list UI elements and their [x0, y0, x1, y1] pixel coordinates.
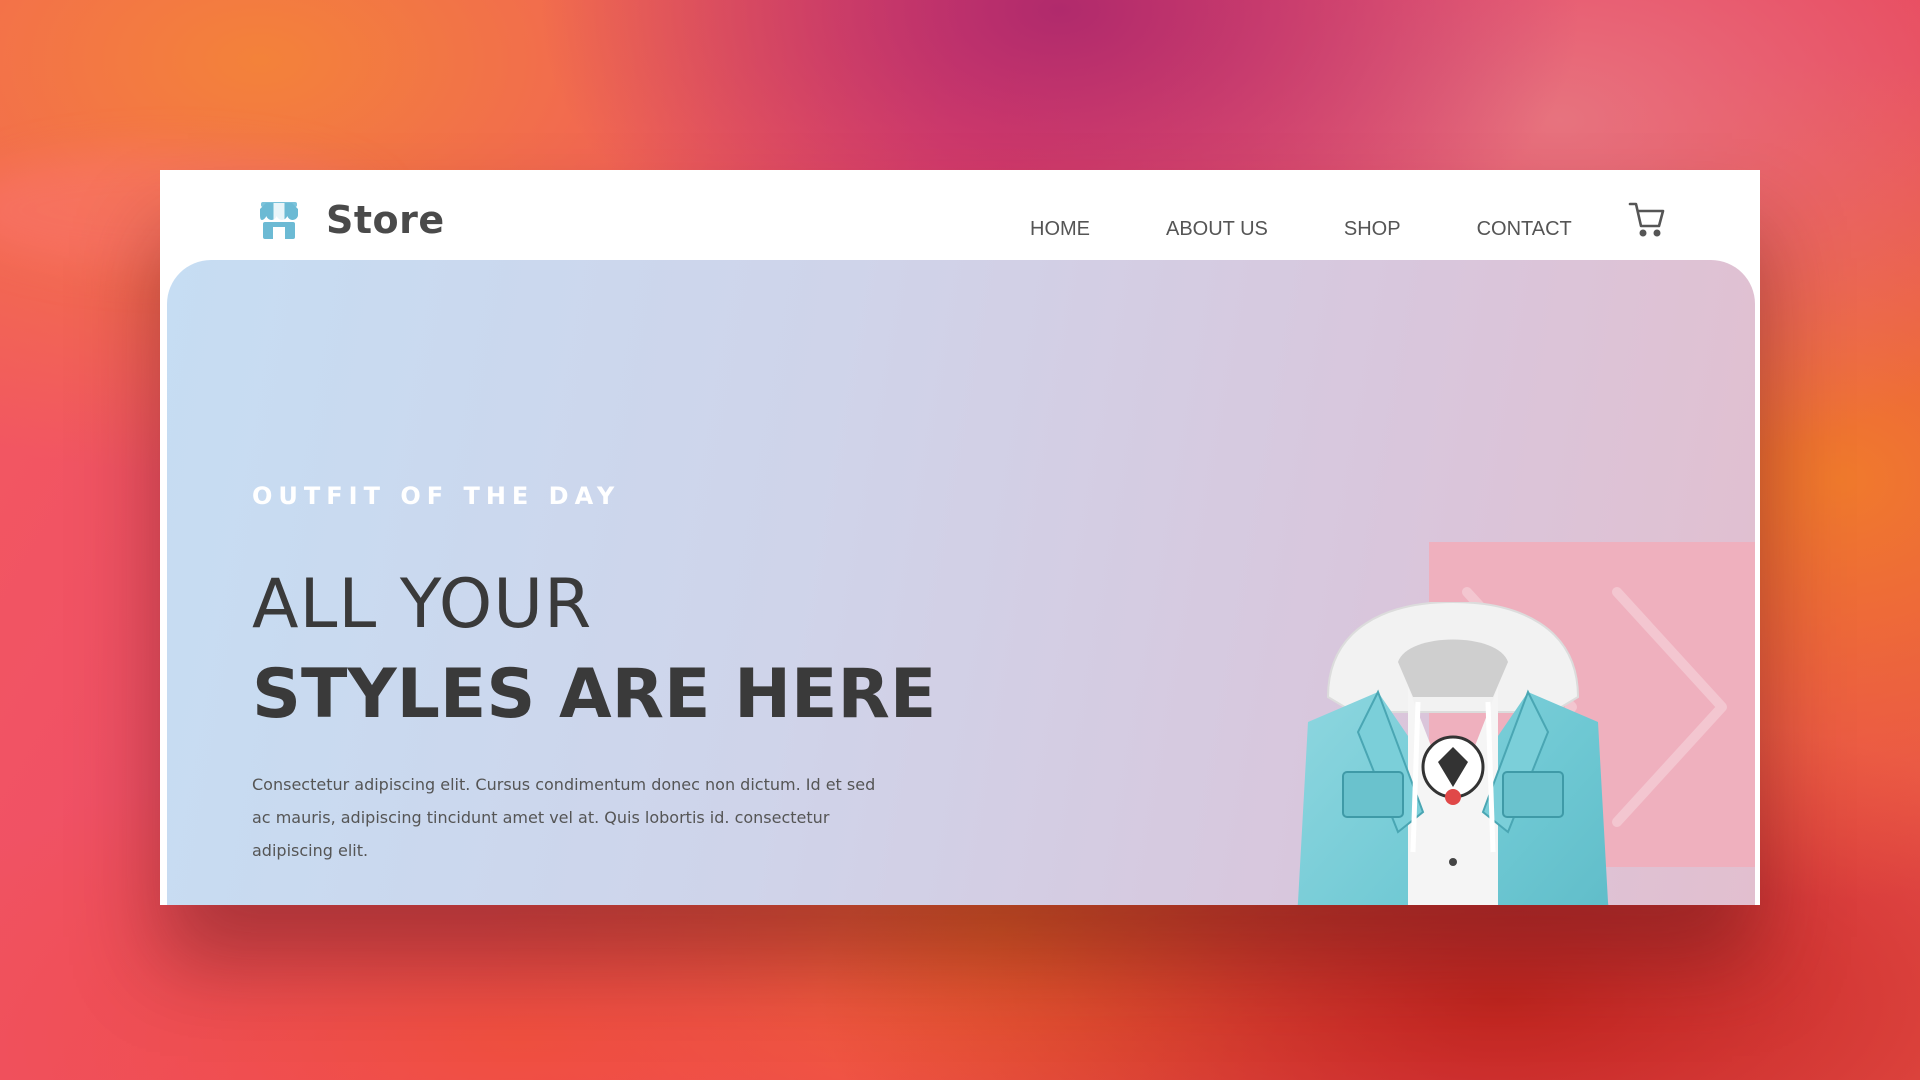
shopping-cart-icon[interactable] — [1628, 200, 1666, 238]
hero-headline-line1: ALL YOUR — [252, 565, 593, 644]
hero-headline-line2: STYLES ARE HERE — [252, 655, 937, 734]
nav-menu: HOME ABOUT US SHOP CONTACT — [1030, 218, 1572, 241]
hero-tagline: OUTFIT OF THE DAY — [252, 482, 621, 510]
nav-shop[interactable]: SHOP — [1344, 218, 1401, 241]
nav-about-us[interactable]: ABOUT US — [1166, 218, 1268, 241]
nav-home[interactable]: HOME — [1030, 218, 1090, 241]
denim-jacket-image — [1297, 602, 1609, 905]
brand-name: Store — [326, 198, 445, 242]
navbar: Store HOME ABOUT US SHOP CONTACT — [160, 170, 1760, 260]
storefront-icon — [260, 202, 298, 239]
logo[interactable]: Store — [258, 198, 445, 242]
nav-contact[interactable]: CONTACT — [1477, 218, 1572, 241]
hero-description: Consectetur adipiscing elit. Cursus cond… — [252, 775, 876, 860]
